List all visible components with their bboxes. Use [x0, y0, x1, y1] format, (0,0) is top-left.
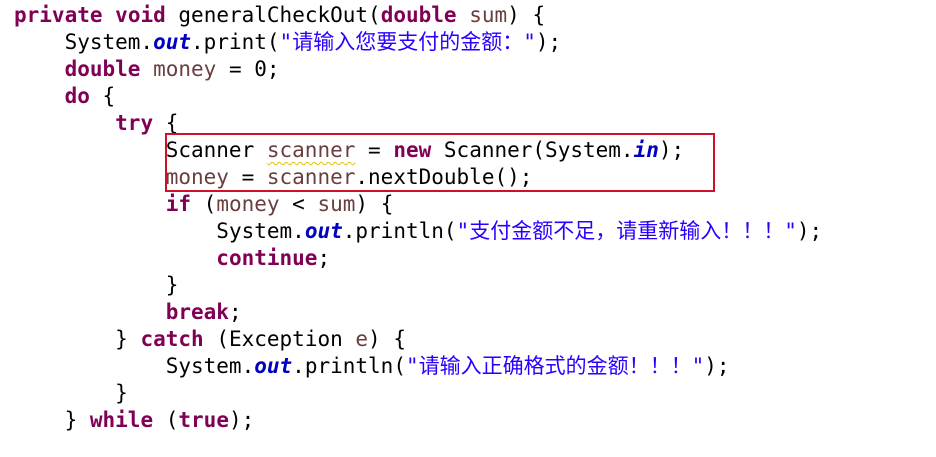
code-editor[interactable]: private void generalCheckOut(double sum)…: [0, 0, 936, 457]
keyword: if: [165, 192, 192, 216]
code-text: = 0;: [216, 57, 280, 81]
parameter: sum: [317, 192, 356, 216]
code-text: }: [115, 327, 141, 351]
keyword: continue: [216, 246, 318, 270]
code-line-1: private void generalCheckOut(double sum)…: [14, 2, 545, 29]
keyword: catch: [140, 327, 204, 351]
string-literal: "请输入正确格式的金额！！！": [405, 354, 705, 378]
code-text: }: [165, 273, 179, 297]
code-line-12: break;: [14, 299, 242, 326]
code-text: );: [796, 219, 823, 243]
code-text: (: [191, 192, 217, 216]
keyword: double: [64, 57, 141, 81]
code-text: ) {: [368, 327, 406, 351]
keyword: double: [380, 3, 457, 27]
code-line-10: continue;: [14, 245, 330, 272]
code-text: System.: [64, 30, 154, 54]
code-text: ;: [228, 300, 242, 324]
static-field: out: [153, 30, 192, 54]
method-name: generalCheckOut(: [178, 3, 381, 27]
code-line-3: double money = 0;: [14, 56, 280, 83]
keyword: while: [89, 408, 154, 432]
highlight-box: [165, 133, 715, 192]
code-text: {: [89, 84, 116, 108]
code-text: ) {: [355, 192, 394, 216]
parameter: sum: [469, 3, 508, 27]
code-text: {: [153, 111, 179, 135]
code-text: );: [228, 408, 255, 432]
keyword: try: [115, 111, 154, 135]
code-line-5: try {: [14, 110, 178, 137]
code-text: (: [153, 408, 179, 432]
string-literal: "请输入您要支付的金额：": [279, 30, 536, 54]
code-text: System.: [165, 354, 255, 378]
code-text: System.: [216, 219, 305, 243]
code-line-4: do {: [14, 83, 116, 110]
code-text: }: [115, 381, 128, 405]
code-line-16: } while (true);: [14, 407, 255, 434]
code-line-15: }: [14, 380, 128, 407]
code-text: .println(: [342, 219, 457, 243]
code-text: ;: [317, 246, 331, 270]
code-line-11: }: [14, 272, 179, 299]
code-line-9: System.out.println("支付金额不足，请重新输入！！！");: [14, 218, 822, 245]
keyword: private: [14, 3, 103, 27]
code-line-14: System.out.println("请输入正确格式的金额！！！");: [14, 353, 730, 380]
local-variable: money: [153, 57, 217, 81]
keyword: void: [115, 3, 166, 27]
code-text: (Exception: [203, 327, 356, 351]
code-text: <: [279, 192, 318, 216]
code-text: .print(: [191, 30, 280, 54]
local-variable: money: [216, 192, 280, 216]
code-line-8: if (money < sum) {: [14, 191, 394, 218]
code-text: );: [704, 354, 730, 378]
code-text: }: [64, 408, 90, 432]
string-literal: "支付金额不足，请重新输入！！！": [456, 219, 797, 243]
parameter: e: [355, 327, 369, 351]
code-line-2: System.out.print("请输入您要支付的金额：");: [14, 29, 562, 56]
keyword: true: [178, 408, 229, 432]
code-text: ) {: [507, 3, 546, 27]
static-field: out: [254, 354, 293, 378]
code-text: );: [535, 30, 562, 54]
code-line-13: } catch (Exception e) {: [14, 326, 406, 353]
keyword: break: [165, 300, 229, 324]
static-field: out: [304, 219, 343, 243]
code-text: .println(: [292, 354, 406, 378]
keyword: do: [64, 84, 90, 108]
